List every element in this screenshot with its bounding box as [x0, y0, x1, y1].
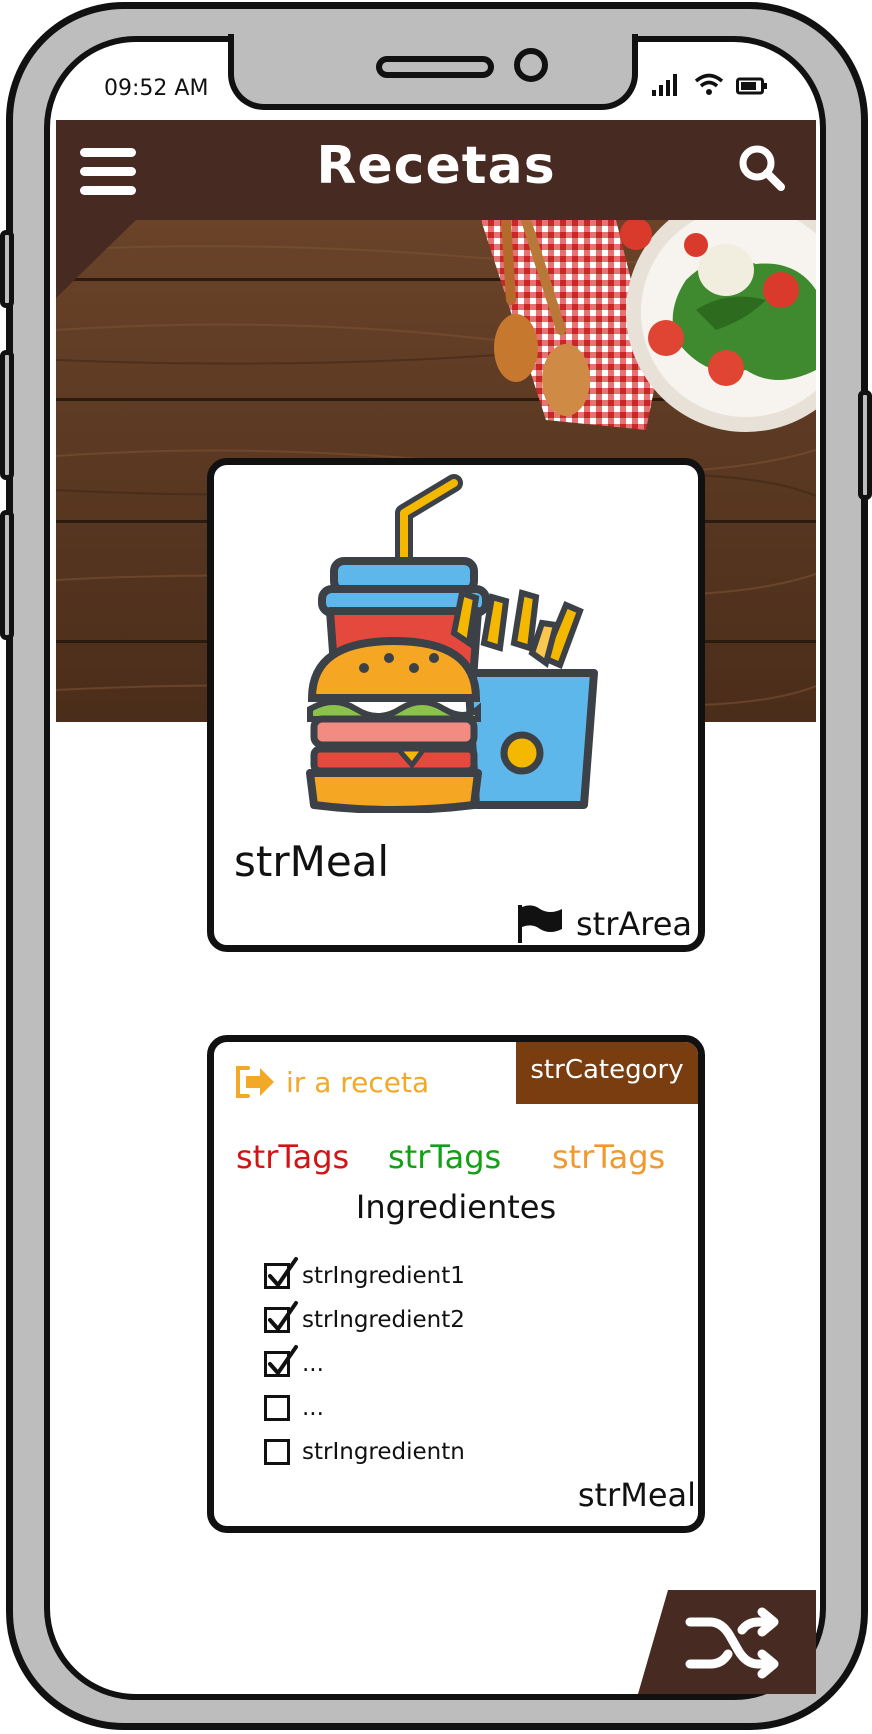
go-to-recipe-link[interactable]: ir a receta [234, 1064, 429, 1100]
ingredient-item: strIngredient2 [264, 1298, 465, 1342]
ingredient-checkbox[interactable] [264, 1439, 290, 1465]
ingredient-checkbox[interactable] [264, 1395, 290, 1421]
meal-area: strArea [575, 905, 692, 943]
search-icon[interactable] [736, 142, 788, 194]
side-button-left-3 [0, 510, 14, 640]
ingredient-list: strIngredient1 strIngredient2 ... ... st… [264, 1254, 465, 1474]
status-icons [652, 72, 768, 96]
tag-label-2: strTags [388, 1138, 502, 1176]
ingredient-checkbox[interactable] [264, 1257, 298, 1289]
wifi-icon [694, 73, 724, 95]
meal-card[interactable]: strMeal strArea [207, 458, 705, 952]
side-button-left-2 [0, 350, 14, 480]
ingredient-item: ... [264, 1386, 465, 1430]
header-fold [56, 218, 138, 298]
shuffle-button[interactable] [638, 1590, 816, 1694]
check-icon [268, 1345, 298, 1375]
check-icon [268, 1301, 298, 1331]
ingredient-label: strIngredient1 [302, 1263, 465, 1289]
recipe-detail-card: strCategory ir a receta strTags strTags … [207, 1035, 705, 1533]
meal-name: strMeal [234, 837, 390, 886]
signal-icon [652, 74, 677, 96]
ingredients-title: Ingredientes [355, 1188, 557, 1226]
flag-icon [517, 905, 562, 943]
detail-meal-name: strMeal [577, 1476, 696, 1514]
ingredient-item: ... [264, 1342, 465, 1386]
check-icon [268, 1257, 298, 1287]
tag-label-1: strTags [236, 1138, 350, 1176]
side-button-left-1 [0, 230, 14, 308]
go-to-recipe-label: ir a receta [286, 1065, 430, 1099]
fast-food-icon [306, 474, 598, 813]
enter-arrow-icon [236, 1066, 274, 1098]
ingredient-label: ... [302, 1395, 324, 1421]
battery-icon [736, 77, 767, 95]
side-button-right [858, 390, 872, 500]
category-badge: strCategory [516, 1042, 698, 1104]
front-camera [514, 48, 548, 82]
tag-label-3: strTags [552, 1138, 666, 1176]
ingredient-checkbox[interactable] [264, 1301, 298, 1333]
status-time: 09:52 AM [104, 76, 209, 101]
ingredient-label: strIngredientn [302, 1439, 465, 1465]
ingredient-label: ... [302, 1351, 324, 1377]
ingredient-item: strIngredient1 [264, 1254, 465, 1298]
ingredient-label: strIngredient2 [302, 1307, 465, 1333]
ingredient-checkbox[interactable] [264, 1345, 298, 1377]
area-row: strArea [516, 903, 692, 945]
speaker-grille [376, 56, 494, 78]
ingredient-item: strIngredientn [264, 1430, 465, 1474]
